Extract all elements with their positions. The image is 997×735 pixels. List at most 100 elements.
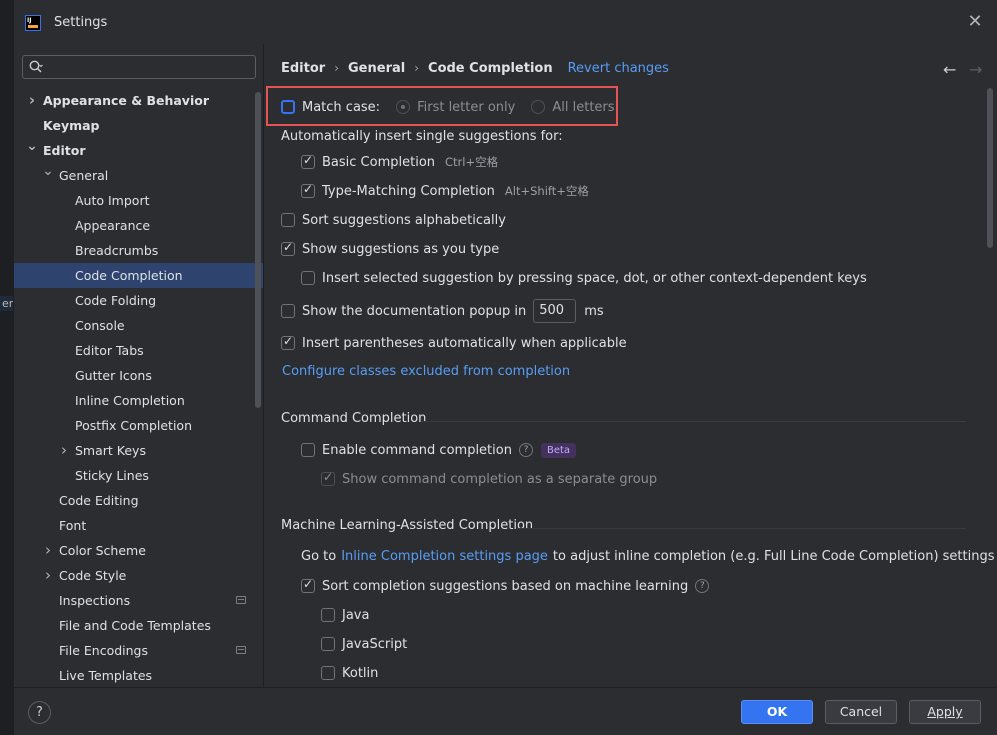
type-matching-row: Type-Matching Completion Alt+Shift+空格 [301, 181, 589, 201]
sidebar-item-inspections[interactable]: Inspections [14, 588, 263, 613]
sidebar-item-breadcrumbs[interactable]: Breadcrumbs [14, 238, 263, 263]
sidebar-item-appearance-behavior[interactable]: › Appearance & Behavior [14, 88, 263, 113]
sidebar-item-general[interactable]: ⌄ General [14, 163, 263, 188]
cancel-button[interactable]: Cancel [825, 700, 897, 724]
type-matching-checkbox[interactable] [301, 182, 315, 198]
javascript-checkbox[interactable] [321, 637, 335, 651]
search-box[interactable] [22, 55, 256, 79]
content-scrollbar[interactable] [987, 88, 993, 248]
kotlin-checkbox[interactable] [321, 666, 335, 680]
search-icon [29, 60, 43, 73]
doc-popup-unit: ms [584, 303, 604, 319]
help-icon[interactable]: ? [695, 579, 710, 593]
sidebar-item-file-and-code-templates[interactable]: File and Code Templates [14, 613, 263, 638]
sidebar-item-label: Keymap [43, 118, 100, 133]
enable-command-row: Enable command completion ? Beta [301, 440, 577, 460]
chevron-right-icon[interactable]: › [26, 88, 38, 113]
sidebar-item-font[interactable]: Font [14, 513, 263, 538]
help-button[interactable]: ? [28, 701, 51, 724]
apply-button[interactable]: Apply [909, 700, 981, 724]
beta-badge: Beta [540, 442, 577, 458]
sidebar-item-label: Appearance [75, 218, 151, 233]
separate-group-checkbox[interactable] [321, 470, 335, 486]
show-as-type-checkbox[interactable] [281, 240, 295, 256]
sidebar-item-editor-tabs[interactable]: Editor Tabs [14, 338, 263, 363]
inline-completion-settings-link[interactable]: Inline Completion settings page [341, 549, 548, 564]
chevron-right-icon[interactable]: › [42, 538, 54, 563]
sidebar-item-color-scheme[interactable]: › Color Scheme [14, 538, 263, 563]
sidebar-item-label: General [59, 168, 109, 183]
insert-parens-checkbox[interactable] [281, 334, 295, 350]
sidebar-scrollbar[interactable] [255, 92, 261, 408]
project-scope-icon [236, 646, 246, 654]
sidebar-item-label: Color Scheme [59, 543, 146, 558]
sidebar-item-label: Inspections [59, 593, 131, 608]
sidebar-item-appearance[interactable]: Appearance [14, 213, 263, 238]
sort-ml-checkbox[interactable] [301, 577, 315, 593]
sidebar-item-label: Console [75, 318, 125, 333]
sidebar-item-sticky-lines[interactable]: Sticky Lines [14, 463, 263, 488]
breadcrumb-editor[interactable]: Editor [281, 61, 325, 76]
sort-ml-label: Sort completion suggestions based on mac… [322, 578, 689, 594]
search-input[interactable] [47, 58, 247, 76]
basic-completion-shortcut: Ctrl+空格 [445, 155, 499, 169]
arrow-left-icon[interactable]: ← [943, 60, 956, 79]
sidebar-item-file-encodings[interactable]: File Encodings [14, 638, 263, 663]
sidebar-item-postfix-completion[interactable]: Postfix Completion [14, 413, 263, 438]
lang-kotlin-row: Kotlin [321, 663, 378, 683]
sidebar-item-inline-completion[interactable]: Inline Completion [14, 388, 263, 413]
breadcrumb-general[interactable]: General [348, 61, 405, 76]
title-bar: IJ Settings ✕ [14, 0, 997, 44]
ok-button[interactable]: OK [741, 700, 813, 724]
all-letters-radio[interactable] [531, 100, 546, 114]
sidebar-item-code-editing[interactable]: Code Editing [14, 488, 263, 513]
match-case-checkbox[interactable] [281, 100, 295, 114]
sidebar-item-auto-import[interactable]: Auto Import [14, 188, 263, 213]
sidebar-item-keymap[interactable]: Keymap [14, 113, 263, 138]
settings-dialog: IJ Settings ✕ › Appearance & Behavior Keym… [13, 0, 997, 735]
sidebar-item-code-completion[interactable]: Code Completion [14, 263, 263, 288]
sidebar-item-gutter-icons[interactable]: Gutter Icons [14, 363, 263, 388]
separate-group-label: Show command completion as a separate gr… [342, 471, 658, 487]
sidebar-item-code-style[interactable]: › Code Style [14, 563, 263, 588]
sidebar-item-label: Code Folding [75, 293, 157, 308]
configure-excluded-link[interactable]: Configure classes excluded from completi… [282, 361, 570, 381]
project-scope-icon [236, 596, 246, 604]
chevron-right-icon[interactable]: › [42, 563, 54, 588]
sidebar-item-console[interactable]: Console [14, 313, 263, 338]
basic-completion-checkbox[interactable] [301, 153, 315, 169]
sidebar-item-live-templates[interactable]: Live Templates [14, 663, 263, 687]
sidebar-item-smart-keys[interactable]: › Smart Keys [14, 438, 263, 463]
arrow-right-icon[interactable]: → [969, 60, 982, 79]
help-icon[interactable]: ? [518, 443, 533, 457]
revert-changes-link[interactable]: Revert changes [568, 61, 669, 76]
sidebar-item-label: Postfix Completion [75, 418, 192, 433]
sidebar-item-label: Appearance & Behavior [43, 93, 209, 108]
doc-popup-checkbox[interactable] [281, 304, 295, 318]
goto-prefix: Go to [301, 548, 337, 564]
sidebar-item-label: Code Completion [75, 268, 183, 283]
doc-popup-delay-input[interactable]: 500 [533, 299, 577, 323]
sidebar-item-code-folding[interactable]: Code Folding [14, 288, 263, 313]
insert-selected-checkbox[interactable] [301, 271, 315, 285]
breadcrumb-code-completion: Code Completion [428, 60, 553, 76]
separate-group-row: Show command completion as a separate gr… [321, 469, 657, 489]
doc-popup-label: Show the documentation popup in [302, 303, 527, 319]
lang-javascript-row: JavaScript [321, 634, 407, 654]
chevron-right-icon[interactable]: › [58, 438, 70, 463]
java-label: Java [342, 607, 370, 623]
chevron-down-icon[interactable]: ⌄ [26, 134, 38, 159]
sort-alpha-checkbox[interactable] [281, 213, 295, 227]
enable-command-checkbox[interactable] [301, 443, 315, 457]
close-icon[interactable]: ✕ [965, 12, 985, 32]
chevron-down-icon[interactable]: ⌄ [42, 159, 54, 184]
dialog-footer: ? OK Cancel Apply [14, 687, 997, 735]
java-checkbox[interactable] [321, 608, 335, 622]
chevron-right-icon: › [414, 61, 420, 75]
first-letter-radio[interactable] [396, 100, 411, 114]
sidebar-item-label: Font [59, 518, 87, 533]
doc-popup-row: Show the documentation popup in 500 ms [281, 299, 604, 323]
section-divider [517, 528, 966, 529]
breadcrumb: Editor › General › Code Completion Rever… [281, 59, 669, 77]
sidebar-item-label: Editor Tabs [75, 343, 144, 358]
